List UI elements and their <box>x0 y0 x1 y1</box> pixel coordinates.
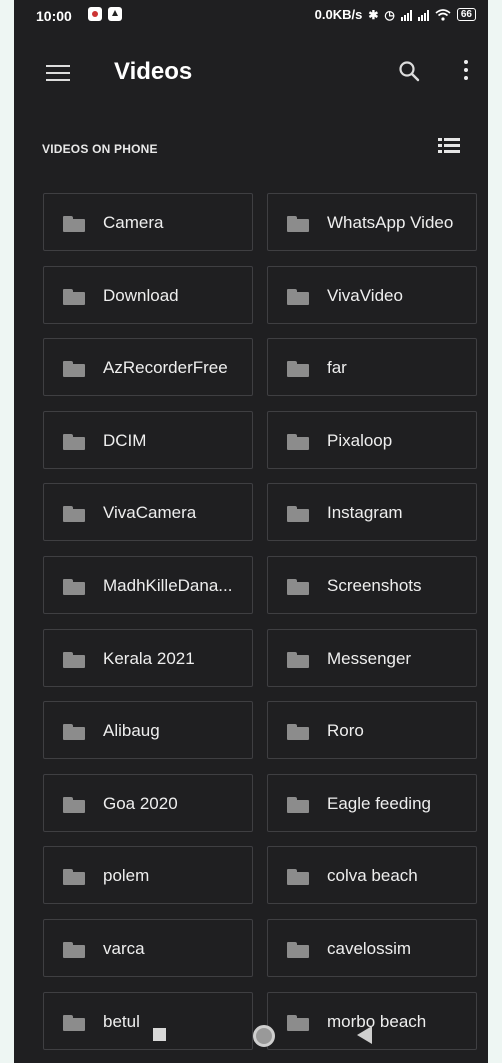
folder-item[interactable]: VivaVideo <box>267 265 477 324</box>
folder-item[interactable]: colva beach <box>267 846 477 905</box>
folder-item[interactable]: WhatsApp Video <box>267 193 477 251</box>
folder-item[interactable]: Pixaloop <box>267 410 477 469</box>
folder-name: VivaCamera <box>103 503 197 523</box>
folder-item[interactable]: Kerala 2021 <box>43 628 253 687</box>
folder-name: polem <box>103 866 150 886</box>
folder-name: WhatsApp Video <box>327 213 454 232</box>
navigation-bar <box>14 1018 488 1063</box>
folder-name: cavelossim <box>327 939 412 958</box>
folder-icon <box>287 724 309 741</box>
folder-item[interactable]: VivaCamera <box>43 483 253 542</box>
folder-icon <box>287 506 309 523</box>
folder-item[interactable]: cavelossim <box>267 919 477 977</box>
folder-name: Instagram <box>327 503 403 523</box>
folder-name: Messenger <box>327 648 412 668</box>
folder-icon <box>287 216 309 232</box>
folder-name: Download <box>103 285 179 305</box>
folder-item[interactable]: Eagle feeding <box>267 773 477 832</box>
nav-back-icon[interactable] <box>357 1026 372 1044</box>
folder-item[interactable]: varca <box>43 919 253 977</box>
folder-icon <box>287 869 309 886</box>
folder-item[interactable]: polem <box>43 846 253 905</box>
folder-icon <box>287 579 309 595</box>
folder-name: Goa 2020 <box>103 793 178 813</box>
folder-item[interactable]: Instagram <box>267 483 477 542</box>
nav-recents-icon[interactable] <box>153 1028 166 1041</box>
folder-icon <box>287 433 309 450</box>
folder-name: far <box>327 358 347 378</box>
folder-icon <box>287 288 309 305</box>
folder-name: MadhKilleDana... <box>103 576 233 595</box>
folder-item[interactable]: Roro <box>267 701 477 760</box>
folder-icon <box>63 216 85 232</box>
folder-grid: Camera WhatsApp Video Download VivaVideo AzR… <box>14 0 488 1063</box>
folder-icon <box>63 506 85 523</box>
folder-icon <box>63 579 85 595</box>
folder-icon <box>63 361 85 378</box>
folder-item[interactable]: far <box>267 338 477 397</box>
folder-icon <box>63 651 85 668</box>
folder-item[interactable]: AzRecorderFree <box>43 338 253 397</box>
folder-name: Alibaug <box>103 721 160 741</box>
folder-item[interactable]: MadhKilleDana... <box>43 556 253 614</box>
folder-name: Roro <box>327 721 364 741</box>
folder-item[interactable]: Camera <box>43 193 253 251</box>
folder-icon <box>63 288 85 305</box>
folder-name: Screenshots <box>327 576 422 595</box>
folder-icon <box>63 796 85 813</box>
folder-name: DCIM <box>103 430 147 450</box>
folder-icon <box>63 942 85 958</box>
folder-name: Eagle feeding <box>327 793 431 813</box>
folder-item[interactable]: Messenger <box>267 628 477 687</box>
folder-item[interactable]: Download <box>43 265 253 324</box>
folder-item[interactable]: Goa 2020 <box>43 773 253 832</box>
folder-icon <box>287 942 309 958</box>
folder-icon <box>287 651 309 668</box>
folder-name: colva beach <box>327 866 418 886</box>
folder-name: Kerala 2021 <box>103 648 195 668</box>
folder-name: AzRecorderFree <box>103 358 228 378</box>
folder-icon <box>63 724 85 741</box>
folder-icon <box>287 796 309 813</box>
folder-name: VivaVideo <box>327 285 403 305</box>
folder-item[interactable]: Alibaug <box>43 701 253 760</box>
folder-icon <box>63 869 85 886</box>
folder-name: Pixaloop <box>327 430 393 450</box>
folder-name: varca <box>103 939 145 958</box>
folder-icon <box>287 361 309 378</box>
folder-name: Camera <box>103 213 164 232</box>
folder-item[interactable]: DCIM <box>43 410 253 469</box>
nav-home-icon[interactable] <box>253 1025 275 1047</box>
phone-screen: 10:00 0.0KB/s ✱ ◷ 66 Videos VIDEOS ON PH… <box>14 0 488 1063</box>
folder-item[interactable]: Screenshots <box>267 556 477 614</box>
folder-icon <box>63 433 85 450</box>
